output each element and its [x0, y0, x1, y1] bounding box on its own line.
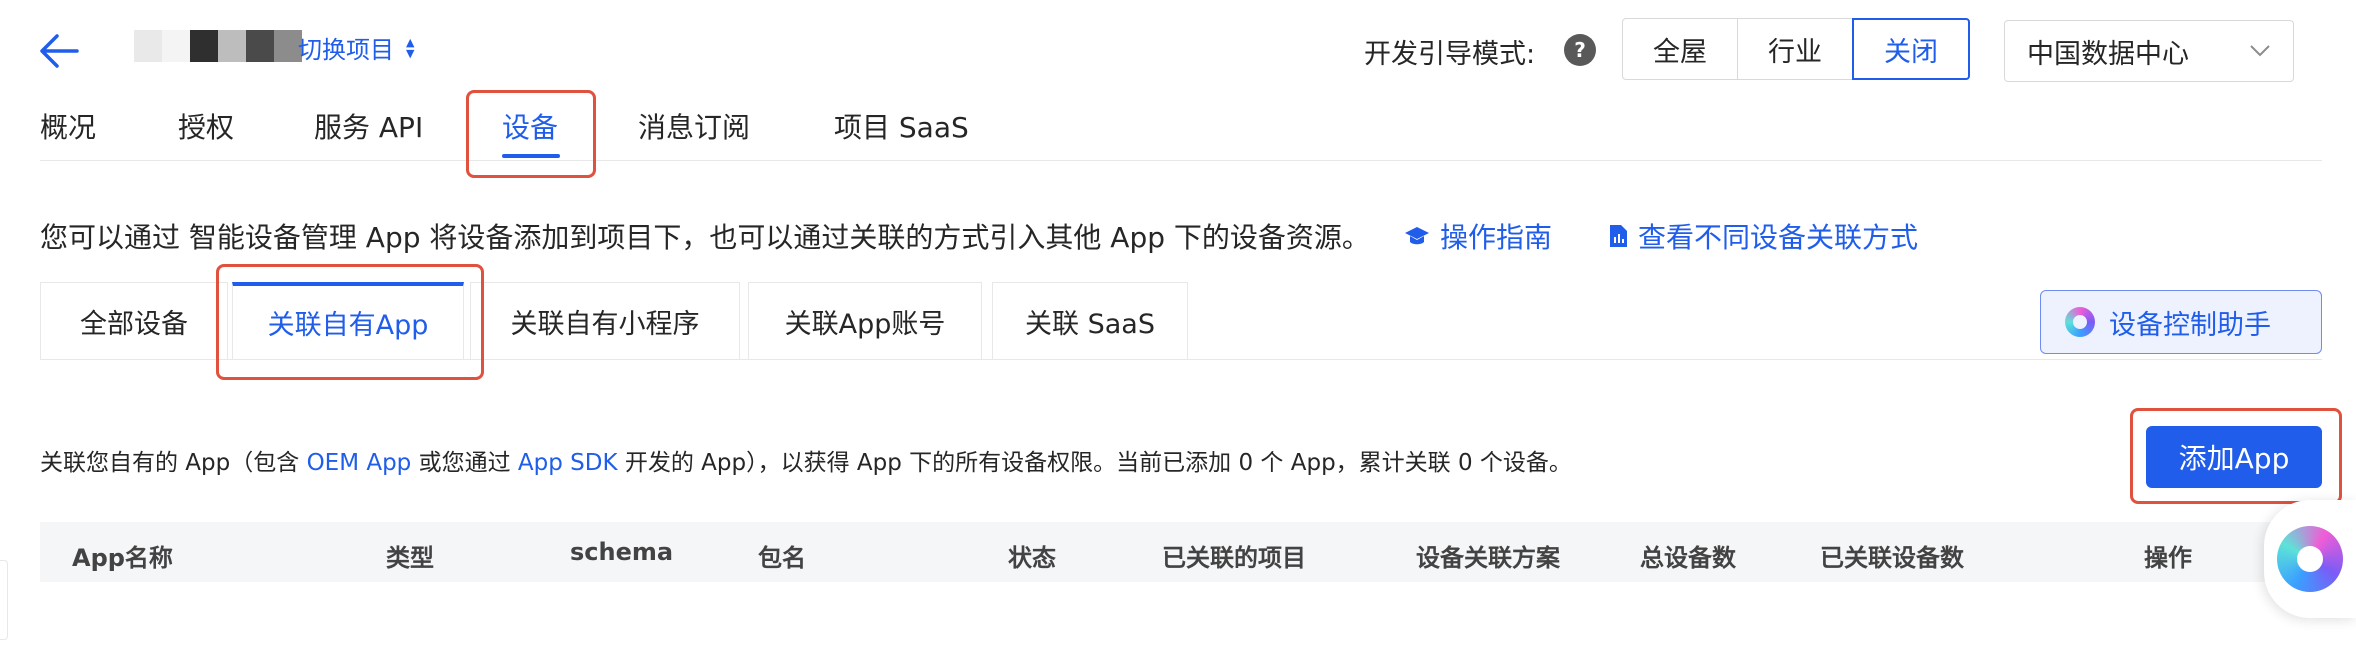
tab-message-subscription[interactable]: 消息订阅: [638, 106, 750, 146]
guide-mode-whole-house[interactable]: 全屋: [1622, 18, 1738, 80]
help-icon[interactable]: ?: [1564, 34, 1596, 66]
tab-overview[interactable]: 概况: [40, 106, 96, 146]
subtab-linked-saas[interactable]: 关联 SaaS: [992, 282, 1188, 360]
graduation-cap-icon: [1405, 227, 1429, 245]
guide-mode-switch: 全屋 行业 关闭: [1622, 18, 1970, 80]
column-type: 类型: [386, 544, 434, 572]
oem-app-link[interactable]: OEM App: [307, 450, 412, 476]
region-value: 中国数据中心: [2027, 38, 2189, 70]
info-text-3: 开发的 App），以获得 App 下的所有设备权限。当前已添加 0 个 App，…: [617, 450, 1572, 476]
subtab-all-devices[interactable]: 全部设备: [40, 282, 228, 360]
chevron-down-icon: [2250, 45, 2270, 57]
side-drawer-handle[interactable]: [0, 560, 8, 640]
tabs-divider: [40, 160, 2322, 161]
subtab-linked-mini-program[interactable]: 关联自有小程序: [470, 282, 740, 360]
assistant-orb-icon-large: [2277, 526, 2343, 592]
assistant-label: 设备控制助手: [2109, 309, 2271, 341]
view-methods-label: 查看不同设备关联方式: [1638, 221, 1919, 254]
arrow-left-icon: [40, 34, 79, 68]
column-device-link-scheme: 设备关联方案: [1416, 544, 1560, 572]
project-name-redacted: [134, 30, 302, 62]
device-control-assistant-button[interactable]: 设备控制助手: [2040, 290, 2322, 354]
highlight-box-add-app: [2130, 408, 2342, 504]
info-text-1: 关联您自有的 App（包含: [40, 450, 307, 476]
region-select[interactable]: 中国数据中心: [2004, 20, 2294, 82]
tab-project-saas[interactable]: 项目 SaaS: [834, 106, 969, 146]
app-sdk-link[interactable]: App SDK: [518, 450, 618, 476]
guide-mode-label: 开发引导模式:: [1364, 39, 1536, 70]
column-actions: 操作: [2144, 544, 2192, 572]
column-schema: schema: [570, 538, 674, 566]
column-linked-projects: 已关联的项目: [1162, 544, 1306, 572]
highlight-box-linked-own-app: [216, 264, 484, 380]
info-text-2: 或您通过: [411, 450, 518, 476]
switch-project-label: 切换项目: [298, 36, 394, 64]
subtab-linked-app-account[interactable]: 关联App账号: [748, 282, 982, 360]
operation-guide-label: 操作指南: [1440, 221, 1553, 254]
column-package-name: 包名: [758, 544, 806, 572]
column-app-name: App名称: [72, 544, 173, 572]
column-linked-devices: 已关联设备数: [1820, 544, 1964, 572]
assistant-orb-icon: [2065, 307, 2095, 337]
back-button[interactable]: [36, 28, 82, 74]
floating-assistant-button[interactable]: [2264, 500, 2356, 618]
tab-service-api[interactable]: 服务 API: [314, 106, 423, 146]
devices-description: 您可以通过 智能设备管理 App 将设备添加到项目下，也可以通过关联的方式引入其…: [40, 221, 1370, 254]
operation-guide-link[interactable]: 操作指南: [1404, 216, 1552, 256]
guide-mode-industry[interactable]: 行业: [1737, 18, 1853, 80]
document-chart-icon: [1610, 225, 1627, 247]
tab-authorization[interactable]: 授权: [178, 106, 234, 146]
switch-project-dropdown[interactable]: 切换项目 ▲ ▼: [298, 30, 414, 65]
guide-mode-off[interactable]: 关闭: [1852, 18, 1970, 80]
linked-app-info: 关联您自有的 App（包含 OEM App 或您通过 App SDK 开发的 A…: [40, 443, 1572, 477]
sort-updown-icon: ▲ ▼: [406, 35, 415, 60]
highlight-box-devices-tab: [466, 90, 596, 178]
view-association-methods-link[interactable]: 查看不同设备关联方式: [1608, 216, 1918, 256]
column-status: 状态: [1008, 544, 1056, 572]
column-total-devices: 总设备数: [1640, 544, 1736, 572]
